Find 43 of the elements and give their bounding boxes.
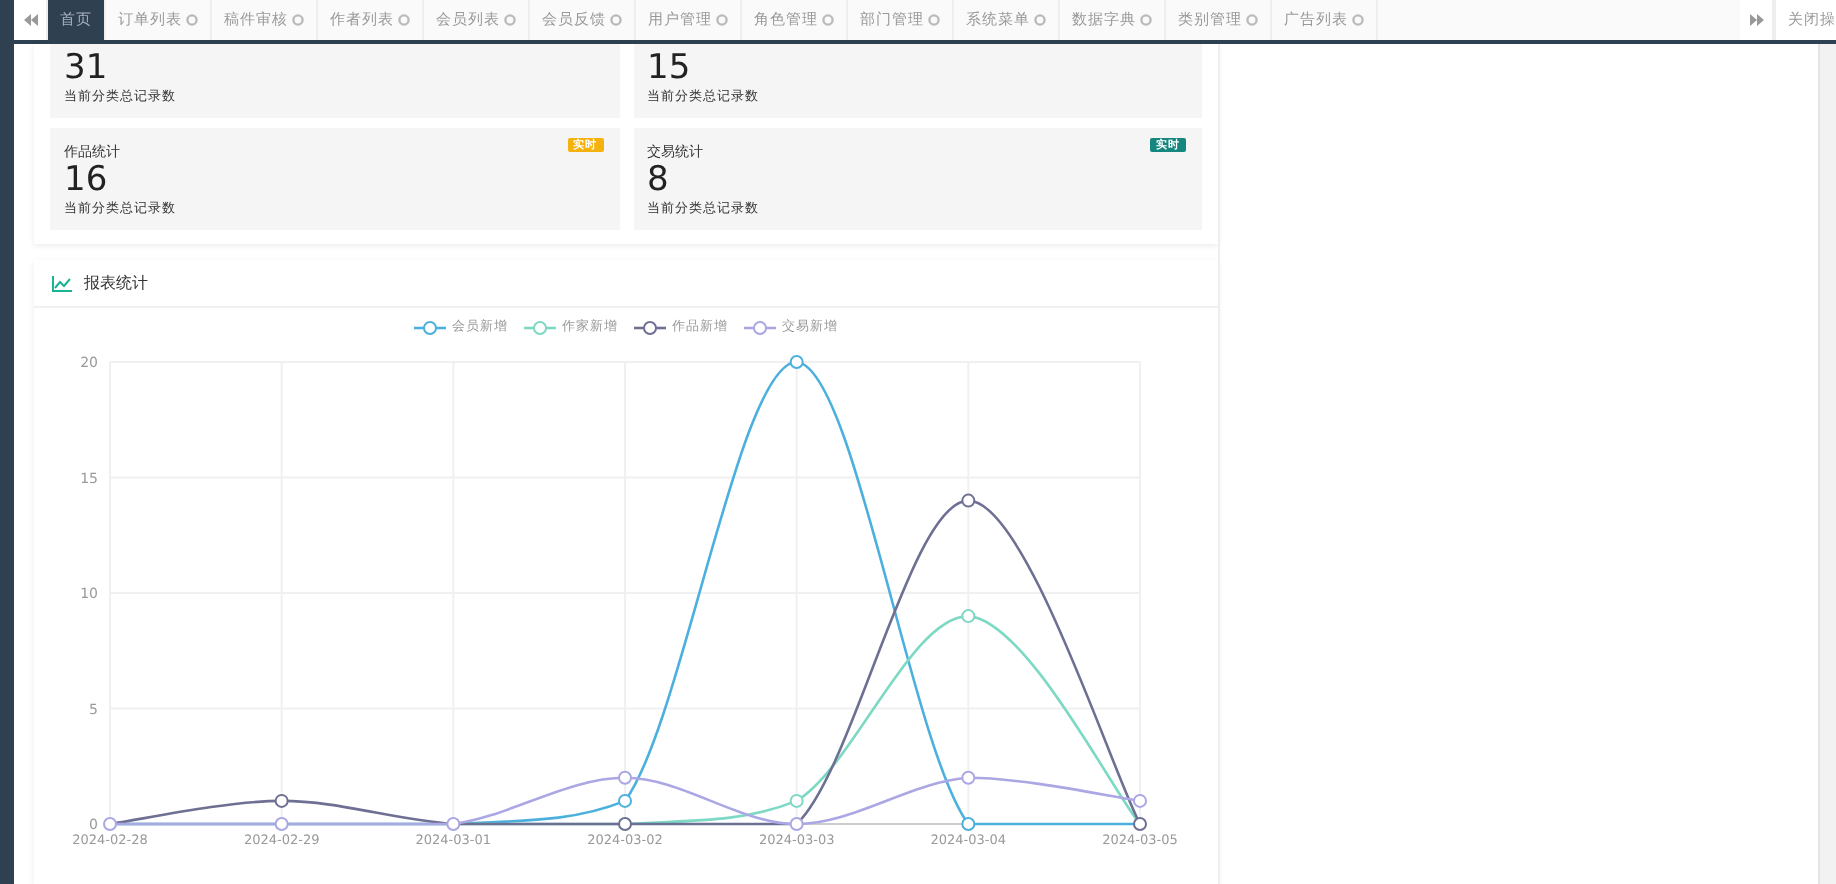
close-icon[interactable] xyxy=(1246,14,1258,26)
stat-value: 31 xyxy=(64,50,108,86)
data-point xyxy=(789,817,804,831)
panel-title: 报表统计 xyxy=(84,272,148,294)
data-point xyxy=(1133,793,1147,808)
legend-icon xyxy=(414,319,446,335)
legend-icon xyxy=(744,319,776,335)
close-icon[interactable] xyxy=(610,14,622,26)
data-point xyxy=(961,493,976,508)
stat-value: 16 xyxy=(64,162,108,198)
close-icon[interactable] xyxy=(292,14,304,26)
data-point xyxy=(618,817,632,831)
close-icon[interactable] xyxy=(928,14,940,26)
stat-value: 15 xyxy=(647,50,691,86)
close-icon[interactable] xyxy=(186,14,198,26)
data-point xyxy=(961,609,976,624)
data-point xyxy=(789,793,804,808)
data-point xyxy=(618,793,632,808)
data-point xyxy=(446,817,461,831)
scrollbar[interactable] xyxy=(1818,44,1836,884)
data-point xyxy=(789,355,804,369)
close-icon[interactable] xyxy=(1034,14,1046,26)
close-icon[interactable] xyxy=(716,14,728,26)
data-point xyxy=(618,770,632,785)
data-point xyxy=(961,817,976,831)
line-chart-icon xyxy=(52,275,72,291)
close-icon[interactable] xyxy=(504,14,516,26)
scroll-left-button[interactable] xyxy=(14,0,48,40)
data-point xyxy=(1133,817,1147,831)
data-point xyxy=(103,817,117,831)
close-icon[interactable] xyxy=(398,14,410,26)
legend-icon xyxy=(634,319,666,335)
data-point xyxy=(274,817,289,831)
close-icon[interactable] xyxy=(1352,14,1364,26)
data-point xyxy=(274,793,289,808)
double-arrow-left-icon xyxy=(23,14,37,26)
stat-value: 8 xyxy=(647,162,669,198)
data-point xyxy=(961,770,976,785)
legend-icon xyxy=(524,319,556,335)
close-icon[interactable] xyxy=(822,14,834,26)
scroll-right-button[interactable] xyxy=(1740,0,1774,40)
close-icon[interactable] xyxy=(1140,14,1152,26)
double-arrow-right-icon xyxy=(1749,14,1763,26)
